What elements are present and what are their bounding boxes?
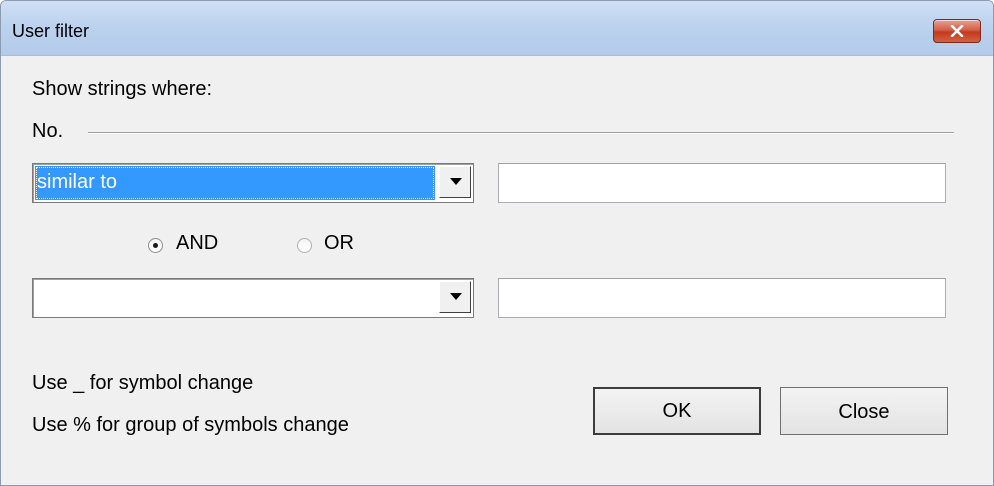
condition1-operator-value: similar to xyxy=(35,166,435,200)
title-bar: User filter xyxy=(1,1,993,56)
and-label[interactable]: AND xyxy=(176,232,218,255)
and-radio[interactable] xyxy=(148,238,163,253)
close-button[interactable]: Close xyxy=(780,387,948,435)
window-title: User filter xyxy=(12,21,90,41)
user-filter-dialog: User filter Show strings where: No. simi… xyxy=(0,0,994,486)
dialog-body: Show strings where: No. similar to AND O… xyxy=(1,56,993,485)
chevron-down-icon xyxy=(450,293,462,300)
radio-selected-dot xyxy=(153,243,158,248)
condition2-operator-select[interactable] xyxy=(32,278,474,318)
condition2-operator-value xyxy=(35,281,435,315)
condition2-value-input[interactable] xyxy=(498,278,946,318)
field-separator-line xyxy=(88,132,954,134)
close-x-icon xyxy=(950,25,964,37)
window-close-button[interactable] xyxy=(933,19,981,43)
condition1-dropdown-button[interactable] xyxy=(439,166,471,198)
condition1-operator-select[interactable]: similar to xyxy=(32,163,474,203)
or-label[interactable]: OR xyxy=(324,232,354,255)
condition2-dropdown-button[interactable] xyxy=(439,281,471,313)
hint-underscore: Use _ for symbol change xyxy=(32,372,254,394)
or-radio[interactable] xyxy=(297,238,312,253)
condition1-value-input[interactable] xyxy=(498,163,946,203)
ok-button[interactable]: OK xyxy=(593,387,761,435)
filter-heading: Show strings where: xyxy=(32,78,213,100)
field-name-label: No. xyxy=(32,120,64,142)
hint-percent: Use % for group of symbols change xyxy=(32,414,349,436)
chevron-down-icon xyxy=(450,178,462,185)
